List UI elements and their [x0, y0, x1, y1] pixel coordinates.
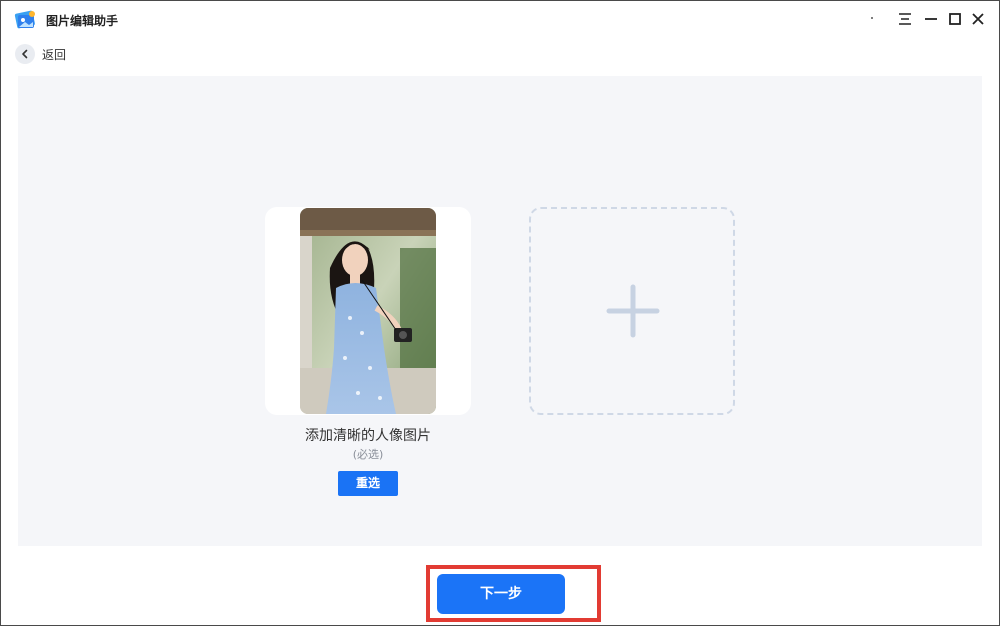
close-icon[interactable] [968, 9, 988, 29]
portrait-card[interactable] [265, 207, 471, 415]
minimize-icon[interactable] [921, 9, 941, 29]
maximize-icon[interactable] [945, 9, 965, 29]
app-window: 图片编辑助手 返回 添加清晰的人像图片 (必选) 重选 下一步 [0, 0, 1000, 626]
plus-icon [603, 281, 663, 341]
chevron-left-icon [15, 44, 35, 64]
title-bar: 图片编辑助手 [1, 1, 999, 37]
portrait-image [300, 208, 436, 414]
portrait-caption: 添加清晰的人像图片 [305, 428, 431, 444]
back-label: 返回 [42, 47, 67, 62]
reselect-button[interactable]: 重选 [338, 471, 398, 496]
upload-panel: 添加清晰的人像图片 (必选) 重选 [18, 76, 982, 546]
portrait-required-note: (必选) [352, 448, 384, 461]
next-step-button[interactable]: 下一步 [437, 574, 565, 614]
back-button[interactable]: 返回 [15, 43, 66, 65]
app-logo-icon [13, 9, 37, 31]
menu-icon[interactable] [895, 9, 915, 29]
titlebar-dot [871, 17, 873, 19]
app-title: 图片编辑助手 [46, 14, 119, 28]
add-image-card[interactable] [529, 207, 735, 415]
